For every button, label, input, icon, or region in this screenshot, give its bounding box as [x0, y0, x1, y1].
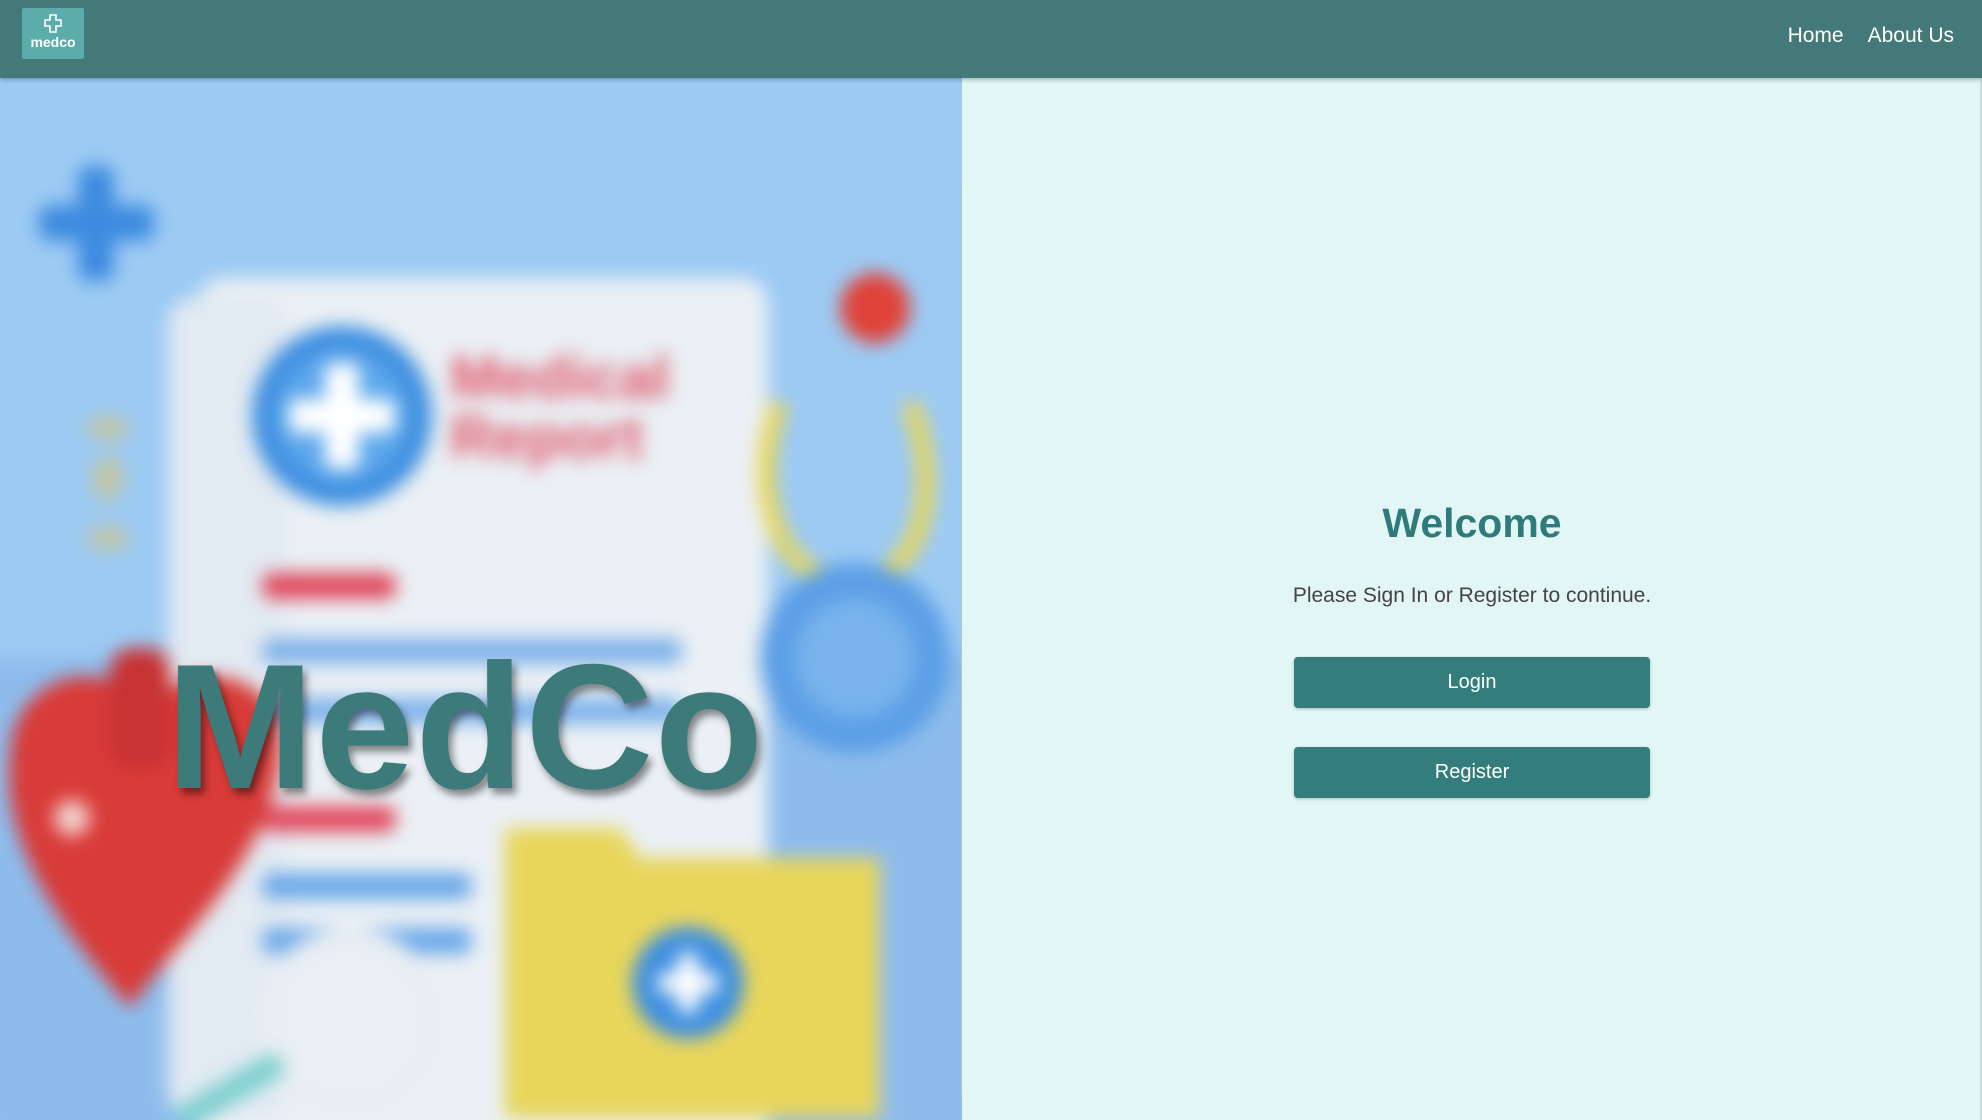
welcome-title: Welcome: [1382, 500, 1562, 546]
login-button[interactable]: Login: [1294, 657, 1650, 708]
nav-about-us-link[interactable]: About Us: [1868, 24, 1954, 48]
svg-text:Report: Report: [450, 404, 643, 471]
logo-text: medco: [30, 34, 76, 50]
dna-icon: [86, 416, 130, 550]
medco-logo[interactable]: medco: [22, 8, 84, 59]
medical-cross-icon: [44, 14, 62, 33]
nav-home-link[interactable]: Home: [1788, 24, 1844, 48]
main-nav: Home About Us: [1788, 0, 1954, 72]
welcome-subtitle: Please Sign In or Register to continue.: [1292, 584, 1652, 607]
welcome-panel: Welcome Please Sign In or Register to co…: [962, 78, 1982, 1120]
register-button[interactable]: Register: [1294, 747, 1650, 798]
blurred-medical-illustration: Medical Report: [0, 78, 962, 1120]
svg-text:Medical: Medical: [450, 344, 670, 411]
brand-heading: MedCo: [166, 627, 765, 826]
top-navbar: medco Home About Us: [0, 0, 1982, 78]
medical-folder-icon: [505, 828, 880, 1118]
hero-image-panel: Medical Report MedCo: [0, 78, 962, 1120]
